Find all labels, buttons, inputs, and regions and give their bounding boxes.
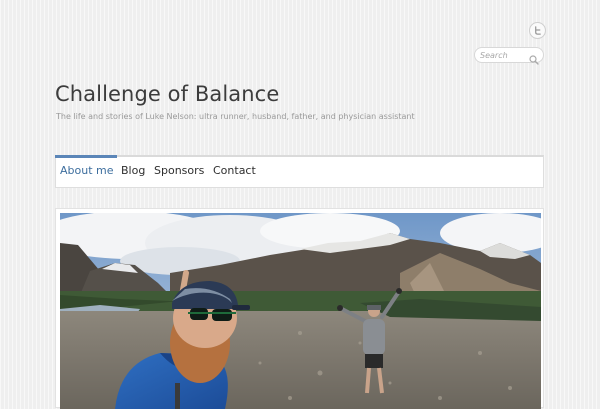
search-box[interactable] xyxy=(474,47,544,65)
main-nav: About me Blog Sponsors Contact xyxy=(55,155,544,188)
nav-item-about-me[interactable]: About me xyxy=(60,164,114,177)
twitter-icon[interactable] xyxy=(529,22,546,39)
nav-active-indicator xyxy=(55,155,117,158)
nav-item-contact[interactable]: Contact xyxy=(213,164,256,177)
search-icon[interactable] xyxy=(529,50,539,69)
mountain-valley-runners-photo xyxy=(60,213,541,409)
site-tagline: The life and stories of Luke Nelson: ult… xyxy=(56,112,415,121)
nav-item-sponsors[interactable]: Sponsors xyxy=(154,164,204,177)
nav-item-blog[interactable]: Blog xyxy=(121,164,145,177)
featured-image-frame xyxy=(55,208,544,409)
site-title[interactable]: Challenge of Balance xyxy=(55,82,279,106)
twitter-bird-glyph xyxy=(535,26,541,35)
featured-photo[interactable] xyxy=(60,213,541,409)
search-input[interactable] xyxy=(480,49,528,61)
